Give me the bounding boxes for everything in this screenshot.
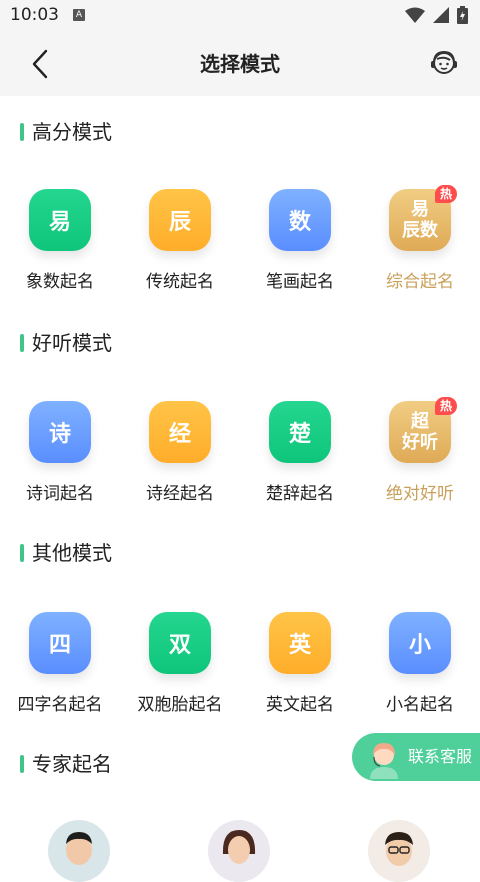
mode-label: 楚辞起名 (266, 484, 334, 504)
customer-service-button[interactable] (426, 46, 462, 82)
mode-tile: 经 (149, 401, 211, 463)
section-title-other: 其他模式 (20, 540, 112, 566)
mode-tile: 英 (269, 612, 331, 674)
notification-icon: A (73, 9, 85, 21)
mode-label: 诗词起名 (26, 484, 94, 504)
mode-item-strokes[interactable]: 数 笔画起名 (240, 189, 360, 299)
section-title-expert: 专家起名 (20, 751, 112, 777)
mode-item-traditional[interactable]: 辰 传统起名 (120, 189, 240, 299)
mode-item-poetry[interactable]: 诗 诗词起名 (0, 401, 120, 511)
status-time: 10:03 (10, 5, 59, 25)
grid-row-pleasant: 诗 诗词起名 经 诗经起名 楚 楚辞起名 超 好听 热 绝对好听 (0, 397, 480, 511)
section-accent-bar (20, 544, 24, 562)
expert-avatar[interactable] (48, 820, 110, 882)
mode-item-english[interactable]: 英 英文起名 (240, 612, 360, 722)
mode-item-chuci[interactable]: 楚 楚辞起名 (240, 401, 360, 511)
page-title: 选择模式 (200, 52, 280, 76)
wifi-icon (405, 7, 425, 23)
status-icons (405, 6, 468, 24)
mode-item-four-character[interactable]: 四 四字名起名 (0, 612, 120, 722)
section-accent-bar (20, 755, 24, 773)
battery-icon (457, 6, 468, 24)
mode-label: 双胞胎起名 (137, 695, 223, 715)
mode-item-twins[interactable]: 双 双胞胎起名 (120, 612, 240, 722)
mode-item-nickname[interactable]: 小 小名起名 (360, 612, 480, 722)
mode-item-super-pleasant[interactable]: 超 好听 热 绝对好听 (360, 397, 480, 511)
mode-tile: 易 (29, 189, 91, 251)
agent-avatar-icon (370, 743, 398, 779)
mode-tile: 楚 (269, 401, 331, 463)
mode-tile: 易 辰数 热 (389, 185, 457, 251)
section-title-pleasant: 好听模式 (20, 330, 112, 356)
mode-item-comprehensive[interactable]: 易 辰数 热 综合起名 (360, 185, 480, 299)
mode-tile: 四 (29, 612, 91, 674)
contact-support-button[interactable]: 联系客服 (352, 733, 480, 781)
hot-badge: 热 (435, 185, 457, 203)
mode-tile: 超 好听 热 (389, 397, 457, 463)
mode-tile: 辰 (149, 189, 211, 251)
expert-avatar[interactable] (208, 820, 270, 882)
mode-tile: 双 (149, 612, 211, 674)
mode-tile: 小 (389, 612, 451, 674)
section-title-high-score: 高分模式 (20, 119, 112, 145)
section-accent-bar (20, 123, 24, 141)
mode-label: 象数起名 (26, 272, 94, 292)
expert-avatar[interactable] (368, 820, 430, 882)
mode-tile: 诗 (29, 401, 91, 463)
mode-label: 绝对好听 (386, 484, 454, 504)
customer-service-icon (431, 50, 457, 74)
grid-row-high-score: 易 象数起名 辰 传统起名 数 笔画起名 易 辰数 热 综合起名 (0, 185, 480, 299)
mode-label: 综合起名 (386, 272, 454, 292)
hot-badge: 热 (435, 397, 457, 415)
mode-tile: 数 (269, 189, 331, 251)
mode-label: 笔画起名 (266, 272, 334, 292)
expert-photo (208, 820, 270, 882)
mode-label: 小名起名 (386, 695, 454, 715)
app-header: 选择模式 (0, 32, 480, 96)
mode-item-shijing[interactable]: 经 诗经起名 (120, 401, 240, 511)
contact-support-label: 联系客服 (408, 747, 473, 766)
mode-label: 四字名起名 (17, 695, 103, 715)
expert-photo (368, 820, 430, 882)
mode-item-xiangshu[interactable]: 易 象数起名 (0, 189, 120, 299)
grid-row-other: 四 四字名起名 双 双胞胎起名 英 英文起名 小 小名起名 (0, 612, 480, 722)
status-bar: 10:03 A (0, 0, 480, 32)
signal-icon (433, 7, 449, 23)
mode-label: 诗经起名 (146, 484, 214, 504)
section-accent-bar (20, 334, 24, 352)
mode-label: 英文起名 (266, 695, 334, 715)
mode-label: 传统起名 (146, 272, 214, 292)
expert-photo (48, 820, 110, 882)
